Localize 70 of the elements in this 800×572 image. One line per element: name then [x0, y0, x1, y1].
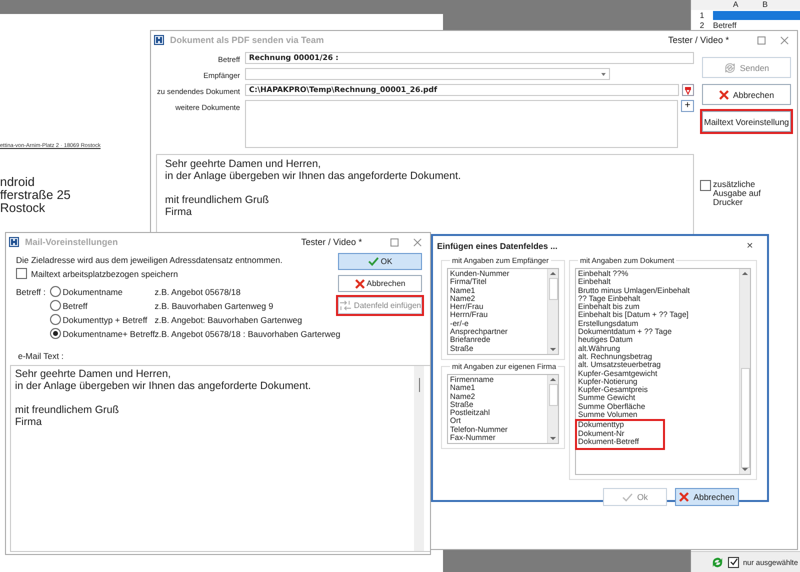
- row-number: 1: [698, 10, 706, 20]
- maximize-icon[interactable]: [757, 36, 766, 44]
- check-icon: [622, 492, 634, 502]
- user-label: Tester / Video *: [301, 237, 362, 247]
- cancel-button[interactable]: Abbrechen: [338, 275, 422, 292]
- message-line: Firma: [15, 416, 42, 428]
- address-line: fferstraße 25: [0, 189, 71, 202]
- checkbox-label: zusätzliche Ausgabe auf Drucker: [713, 180, 762, 207]
- refresh-icon[interactable]: [711, 556, 724, 568]
- preset-button[interactable]: Mailtext Voreinstellung: [702, 111, 791, 132]
- window-title: Mail-Voreinstellungen: [25, 237, 118, 247]
- message-line: mit freundlichem Gruß: [165, 194, 269, 206]
- scrollbar[interactable]: [547, 374, 558, 444]
- message-line: in der Anlage übergeben wir Ihnen das angeforderte Dokument.: [165, 170, 461, 182]
- radio-label: Dokumenttyp + Betreff: [62, 314, 148, 324]
- example-text: z.B. Angebot 05678/18 : Bauvorhaben Garterweg: [154, 328, 340, 338]
- close-button[interactable]: ×: [746, 240, 753, 252]
- address-line: ndroid: [0, 176, 35, 189]
- ok-button[interactable]: OK: [338, 253, 422, 270]
- app-logo-icon: [9, 237, 19, 247]
- scrollbar[interactable]: [739, 269, 750, 474]
- row-number: 2: [698, 20, 706, 30]
- checkbox[interactable]: [700, 180, 711, 191]
- example-text: z.B. Bauvorhaben Gartenweg 9: [154, 300, 274, 310]
- cancel-button[interactable]: Abbrechen: [702, 84, 791, 105]
- radio-label: Dokumentname+ Betreff: [62, 328, 153, 338]
- message-line: Firma: [165, 206, 192, 218]
- message-line: Sehr geehrte Damen und Herren,: [15, 368, 171, 380]
- dialog-title: Einfügen eines Datenfeldes ...: [437, 241, 558, 251]
- dropdown-caret-icon: [601, 72, 606, 76]
- table-cell[interactable]: [713, 10, 800, 20]
- maximize-icon[interactable]: [390, 238, 399, 246]
- radio-button[interactable]: [50, 314, 61, 325]
- column-header: A: [733, 0, 738, 10]
- cross-icon: [354, 278, 365, 288]
- scrollbar[interactable]: [547, 269, 558, 354]
- radio-label: Dokumentname: [62, 286, 124, 296]
- table-cell[interactable]: Betreff: [713, 20, 800, 30]
- info-text: Die Zieladresse wird aus dem jeweiligen Adressdatensatz entnommen.: [16, 255, 284, 265]
- radio-button[interactable]: [50, 300, 61, 311]
- checkbox[interactable]: [16, 268, 27, 279]
- cross-icon: [718, 90, 729, 100]
- user-label: Tester / Video *: [668, 35, 729, 45]
- scrollbar[interactable]: [414, 366, 424, 551]
- close-icon[interactable]: [413, 238, 422, 246]
- cross-icon: [679, 492, 690, 502]
- example-text: z.B. Angebot: Bauvorhaben Gartenweg: [154, 314, 302, 324]
- radio-button[interactable]: [50, 286, 61, 297]
- insert-field-icon: [338, 300, 352, 311]
- message-line: in der Anlage übergeben wir Ihnen das angeforderte Dokument.: [15, 380, 311, 392]
- pdf-icon[interactable]: [682, 84, 694, 96]
- subject-label: Betreff :: [16, 286, 46, 299]
- mail-text-area[interactable]: Sehr geehrte Damen und Herren, in der Anlage übergeben wir Ihnen das angeforderte Dokument. mit freundlichem Gruß Firma: [10, 365, 430, 552]
- example-text: z.B. Angebot 05678/18: [154, 286, 241, 296]
- close-icon[interactable]: [780, 36, 789, 44]
- radio-button[interactable]: [50, 328, 61, 339]
- check-icon: [368, 257, 379, 266]
- add-button[interactable]: +: [681, 100, 694, 112]
- refresh-icon: [724, 62, 736, 74]
- address-line: Rostock: [0, 202, 46, 215]
- mail-text-label: e-Mail Text :: [18, 351, 65, 361]
- message-line: Sehr geehrte Damen und Herren,: [165, 158, 321, 170]
- checkbox[interactable]: [728, 556, 739, 568]
- message-line: mit freundlichem Gruß: [15, 404, 119, 416]
- column-header: B: [762, 0, 768, 10]
- window-title: Dokument als PDF senden via Team: [170, 35, 324, 45]
- radio-label: Betreff: [62, 300, 88, 310]
- app-logo-icon: [154, 35, 164, 45]
- cancel-button[interactable]: Abbrechen: [675, 488, 739, 506]
- checkbox-label: Mailtext arbeitsplatzbezogen speichern: [31, 268, 178, 278]
